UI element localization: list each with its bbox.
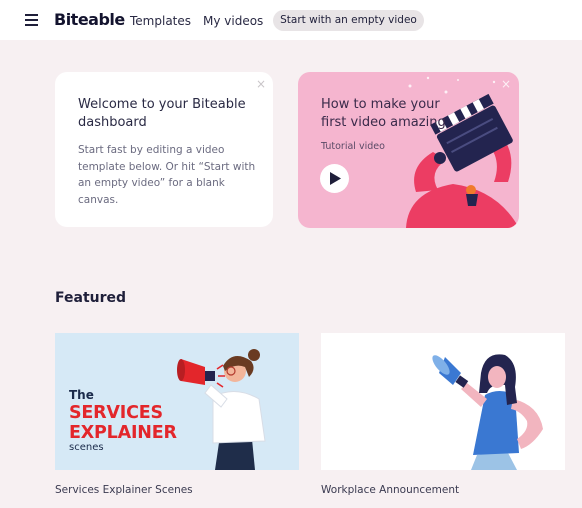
- thumbnail-text-services-explainer: SERVICES EXPLAINER: [69, 403, 177, 443]
- play-button[interactable]: [320, 164, 349, 193]
- close-icon[interactable]: ×: [501, 77, 511, 91]
- thumbnail-text-explainer: EXPLAINER: [69, 423, 177, 443]
- template-title-workplace-announcement[interactable]: Workplace Announcement: [321, 484, 459, 496]
- menu-icon[interactable]: [25, 14, 38, 26]
- template-title-services-explainer[interactable]: Services Explainer Scenes: [55, 484, 193, 496]
- top-navigation-bar: Biteable Templates My videos Start with …: [0, 0, 582, 40]
- close-icon[interactable]: ×: [256, 77, 266, 91]
- template-thumbnail-services-explainer[interactable]: The SERVICES EXPLAINER scenes: [55, 333, 299, 470]
- nav-my-videos-link[interactable]: My videos: [203, 14, 263, 28]
- play-icon: [330, 172, 341, 185]
- woman-announcement-illustration: [432, 354, 543, 470]
- tutorial-card-title: How to make your first video amazing: [321, 97, 446, 130]
- start-empty-video-button[interactable]: Start with an empty video: [273, 10, 424, 31]
- welcome-card: × Welcome to your Biteable dashboard Sta…: [55, 72, 273, 227]
- tutorial-card-subtitle: Tutorial video: [321, 141, 385, 152]
- tutorial-video-card[interactable]: × How to make your first video amazing T…: [298, 72, 519, 228]
- welcome-card-body: Start fast by editing a video template b…: [78, 144, 256, 206]
- welcome-card-title: Welcome to your Biteable dashboard: [78, 97, 246, 130]
- thumbnail-text-scenes: scenes: [69, 442, 104, 453]
- featured-heading: Featured: [55, 290, 127, 306]
- biteable-logo[interactable]: Biteable: [54, 10, 125, 29]
- thumbnail-text-the: The: [69, 388, 94, 402]
- nav-templates-link[interactable]: Templates: [130, 14, 191, 28]
- template-thumbnail-workplace-announcement[interactable]: [321, 333, 565, 470]
- thumbnail-text-services: SERVICES: [69, 403, 163, 423]
